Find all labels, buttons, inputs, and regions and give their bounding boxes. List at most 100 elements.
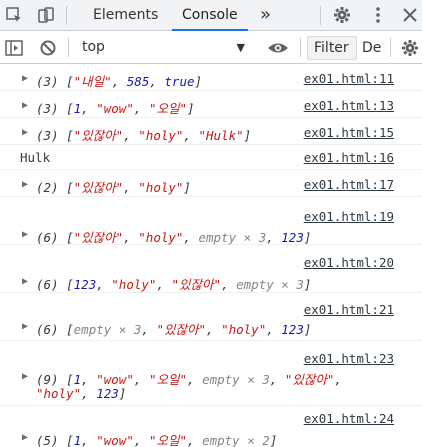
array-preview[interactable]: (6) [empty × 3, "있잖아", "holy", 123]: [36, 319, 311, 338]
array-token: [: [66, 128, 74, 143]
array-token: 123: [73, 277, 97, 292]
more-tabs-icon[interactable]: »: [260, 0, 271, 31]
expand-triangle-icon[interactable]: ▶: [22, 276, 28, 287]
expand-triangle-icon[interactable]: ▶: [22, 100, 28, 111]
array-token: ]: [187, 101, 195, 116]
array-token: ]: [183, 180, 191, 195]
array-token: empty × 3: [236, 277, 304, 292]
array-preview[interactable]: (3) ["있잖아", "holy", "Hulk"]: [36, 125, 251, 144]
console-message: ex01.html:17 ▶ (2) ["있잖아", "holy"]: [0, 170, 422, 197]
expand-triangle-icon[interactable]: ▶: [22, 229, 28, 240]
array-length: (3): [36, 74, 59, 89]
settings-gear-icon[interactable]: [332, 5, 352, 25]
live-expression-eye-icon[interactable]: [267, 38, 288, 58]
expand-triangle-icon[interactable]: ▶: [22, 179, 28, 190]
source-link[interactable]: ex01.html:20: [304, 255, 394, 270]
array-token: ,: [187, 433, 203, 447]
expand-triangle-icon[interactable]: ▶: [22, 321, 28, 332]
array-token: ,: [133, 433, 149, 447]
tab-elements[interactable]: Elements: [93, 0, 158, 31]
console-toolbar: top ▼ Filter De: [0, 31, 422, 64]
expand-triangle-icon[interactable]: ▶: [22, 73, 28, 84]
source-link[interactable]: ex01.html:23: [304, 351, 394, 366]
array-token: ]: [243, 128, 252, 143]
expand-triangle-icon[interactable]: ▶: [22, 371, 28, 382]
array-token: ,: [133, 101, 149, 116]
array-token: "Hulk": [198, 128, 244, 143]
array-length: (3): [36, 128, 59, 143]
source-link[interactable]: ex01.html:11: [304, 71, 394, 86]
array-preview[interactable]: (6) [123, "holy", "있잖아", empty × 3]: [36, 274, 311, 293]
array-token: ,: [133, 372, 149, 387]
array-token: 585: [126, 74, 150, 89]
close-icon[interactable]: [400, 5, 420, 25]
array-token: 123: [281, 230, 304, 245]
array-token: [: [66, 322, 74, 337]
tab-console[interactable]: Console: [172, 0, 248, 31]
array-token: "오일": [148, 433, 187, 447]
array-token: "있잖아": [73, 180, 124, 195]
array-length: (6): [36, 322, 59, 337]
source-link[interactable]: ex01.html:24: [304, 411, 394, 426]
console-message: ex01.html:20 ▶ (6) [123, "holy", "있잖아", em…: [0, 245, 422, 293]
filter-input[interactable]: Filter: [307, 36, 357, 60]
array-token: "wow": [96, 433, 134, 447]
array-length: (6): [36, 230, 59, 245]
array-token: [: [66, 230, 74, 245]
console-message: ex01.html:15 ▶ (3) ["있잖아", "holy", "Hulk"]: [0, 118, 422, 145]
array-token: ,: [206, 322, 222, 337]
console-output: ex01.html:11 ▶ (3) ["내일", 585, true] ex01.h…: [0, 65, 422, 447]
array-token: ,: [81, 101, 97, 116]
device-toolbar-icon[interactable]: [36, 5, 56, 25]
source-link[interactable]: ex01.html:19: [304, 209, 394, 224]
array-length: (6): [36, 277, 59, 292]
array-token: ,: [156, 277, 172, 292]
console-settings-gear-icon[interactable]: [400, 38, 420, 58]
array-token: ,: [96, 277, 112, 292]
array-token: empty × 2: [202, 433, 270, 447]
source-link[interactable]: ex01.html:21: [304, 302, 394, 317]
kebab-menu-icon[interactable]: [368, 5, 388, 25]
expand-triangle-icon[interactable]: ▶: [22, 127, 28, 138]
array-token: ,: [81, 386, 97, 401]
array-token: "있잖아": [284, 372, 335, 387]
array-token: ]: [303, 277, 312, 292]
array-preview[interactable]: (5) [1, "wow", "오일", empty × 2]: [36, 430, 277, 447]
log-text: Hulk: [20, 150, 51, 165]
array-token: ]: [269, 433, 278, 447]
array-preview[interactable]: (6) ["있잖아", "holy", empty × 3, 123]: [36, 227, 311, 246]
array-token: ,: [183, 230, 199, 245]
divider: [320, 6, 321, 25]
console-message: ex01.html:11 ▶ (3) ["내일", 585, true]: [0, 65, 422, 91]
array-token: ,: [187, 372, 203, 387]
array-token: ,: [266, 322, 282, 337]
dropdown-caret-icon: ▼: [236, 41, 245, 54]
array-token: ,: [123, 180, 139, 195]
source-link[interactable]: ex01.html:16: [304, 150, 394, 165]
show-sidebar-icon[interactable]: [4, 38, 24, 58]
array-preview[interactable]: (2) ["있잖아", "holy"]: [36, 177, 191, 196]
array-token: [: [66, 277, 74, 292]
array-token: empty × 3: [198, 230, 267, 245]
log-levels-dropdown[interactable]: De: [362, 36, 381, 60]
array-token: "holy": [138, 180, 184, 195]
array-token: "wow": [96, 101, 134, 116]
array-token: ,: [123, 230, 139, 245]
array-preview[interactable]: (3) [1, "wow", "오일"]: [36, 98, 195, 117]
array-token: ,: [81, 433, 97, 447]
array-token: "오일": [148, 101, 187, 116]
array-preview[interactable]: (3) ["내일", 585, true]: [36, 71, 202, 90]
inspect-element-icon[interactable]: [4, 5, 24, 25]
divider: [390, 38, 391, 57]
array-token: [: [66, 372, 74, 387]
array-token: ,: [266, 230, 282, 245]
source-link[interactable]: ex01.html:15: [304, 125, 394, 140]
source-link[interactable]: ex01.html:13: [304, 98, 394, 113]
expand-triangle-icon[interactable]: ▶: [22, 432, 28, 443]
console-message: ex01.html:13 ▶ (3) [1, "wow", "오일"]: [0, 91, 422, 118]
clear-console-icon[interactable]: [38, 38, 58, 58]
array-length: (5): [36, 433, 59, 447]
source-link[interactable]: ex01.html:17: [304, 177, 394, 192]
array-token: [: [66, 74, 74, 89]
context-selector[interactable]: top ▼: [82, 35, 247, 60]
